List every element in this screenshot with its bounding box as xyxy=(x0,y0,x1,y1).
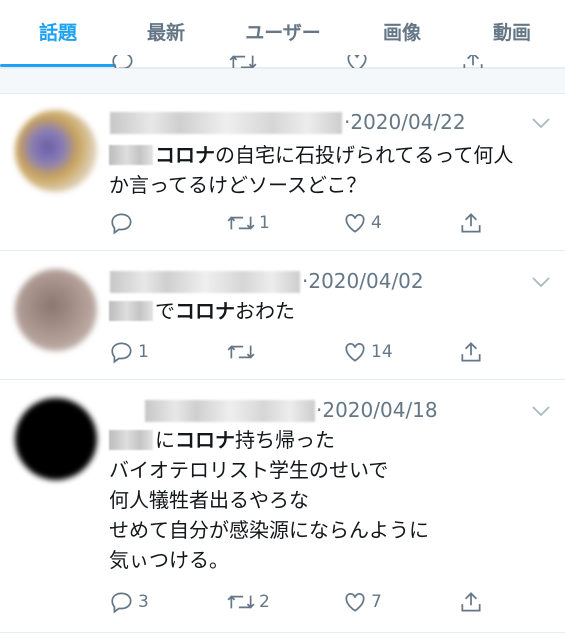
like-button[interactable]: 14 xyxy=(342,337,393,367)
reply-count: 1 xyxy=(138,342,149,362)
heart-icon xyxy=(345,214,365,233)
share-button[interactable] xyxy=(458,587,484,617)
user-name-redacted xyxy=(145,400,315,422)
retweet-icon xyxy=(227,216,255,230)
like-count: 4 xyxy=(371,213,382,233)
like-count: 7 xyxy=(371,592,382,612)
reply-icon xyxy=(111,342,132,364)
reply-button[interactable]: 3 xyxy=(109,587,149,617)
tweet-line: 何人犠牲者出るやろな xyxy=(109,488,309,512)
retweet-icon xyxy=(227,345,255,359)
tweet-item[interactable]: ·2020/04/18 にコロナ持ち帰った バイオテロリスト学生のせいで 何人犠… xyxy=(0,380,565,632)
tweet-line: 気ぃつける。 xyxy=(109,548,229,572)
chevron-down-icon[interactable] xyxy=(531,116,551,130)
tweet-actions: 3 2 7 xyxy=(0,587,565,617)
avatar[interactable] xyxy=(15,398,97,480)
tweet-line: コロナの自宅に石投げられてるって何人 xyxy=(109,140,513,170)
mention-redacted xyxy=(109,430,153,450)
chevron-down-icon[interactable] xyxy=(531,404,551,418)
mention-redacted xyxy=(109,301,153,321)
tweet-line: か言ってるけどソースどこ？ xyxy=(109,173,367,197)
tweet-line: バイオテロリスト学生のせいで xyxy=(109,458,389,482)
tweet-item[interactable]: ·2020/04/02 でコロナおわた 1 14 xyxy=(0,251,565,379)
share-icon xyxy=(461,213,481,233)
reply-count: 3 xyxy=(138,592,149,612)
share-button[interactable] xyxy=(458,337,484,367)
reply-icon xyxy=(111,213,132,235)
retweet-icon xyxy=(227,595,255,609)
share-icon xyxy=(461,592,481,612)
heart-icon xyxy=(345,343,365,362)
mention-redacted xyxy=(109,145,153,165)
tweet-actions: 1 4 xyxy=(0,208,565,238)
tweet-divider xyxy=(0,632,565,633)
share-button[interactable] xyxy=(458,208,484,238)
like-button[interactable]: 7 xyxy=(342,587,382,617)
tweet-actions: 1 14 xyxy=(0,337,565,367)
like-button[interactable]: 4 xyxy=(342,208,382,238)
reply-button[interactable] xyxy=(109,208,138,238)
tweet-date: ·2020/04/22 xyxy=(344,110,466,134)
like-count: 14 xyxy=(371,342,393,362)
tweet-text: にコロナ持ち帰った バイオテロリスト学生のせいで 何人犠牲者出るやろな せめて自… xyxy=(109,425,429,575)
tweet-line: でコロナおわた xyxy=(109,296,295,326)
share-icon[interactable] xyxy=(460,55,486,68)
retweet-button[interactable]: 1 xyxy=(226,208,270,238)
tweet-date: ·2020/04/18 xyxy=(316,398,438,422)
tweet-text: でコロナおわた xyxy=(109,296,295,326)
heart-icon[interactable] xyxy=(344,55,370,68)
share-icon xyxy=(461,342,481,362)
chevron-down-icon[interactable] xyxy=(531,275,551,289)
tweet-line: にコロナ持ち帰った xyxy=(109,425,429,455)
retweet-button[interactable]: 2 xyxy=(226,587,270,617)
heart-icon xyxy=(345,593,365,612)
user-name-redacted xyxy=(110,271,300,293)
retweet-count: 2 xyxy=(259,592,270,612)
tweet-text: コロナの自宅に石投げられてるって何人 か言ってるけどソースどこ？ xyxy=(109,140,513,200)
tweet-item[interactable]: ·2020/04/22 コロナの自宅に石投げられてるって何人 か言ってるけどソー… xyxy=(0,94,565,250)
previous-tweet-actions xyxy=(0,55,565,68)
tweet-date: ·2020/04/02 xyxy=(302,269,424,293)
reply-icon xyxy=(111,592,132,614)
retweet-button[interactable] xyxy=(226,337,259,367)
reply-icon[interactable] xyxy=(110,55,136,68)
tweet-line: せめて自分が感染源にならんように xyxy=(109,518,429,542)
section-separator xyxy=(0,68,565,94)
user-name-redacted xyxy=(110,112,342,134)
reply-button[interactable]: 1 xyxy=(109,337,149,367)
retweet-icon[interactable] xyxy=(228,55,258,68)
avatar[interactable] xyxy=(15,110,97,192)
retweet-count: 1 xyxy=(259,213,270,233)
